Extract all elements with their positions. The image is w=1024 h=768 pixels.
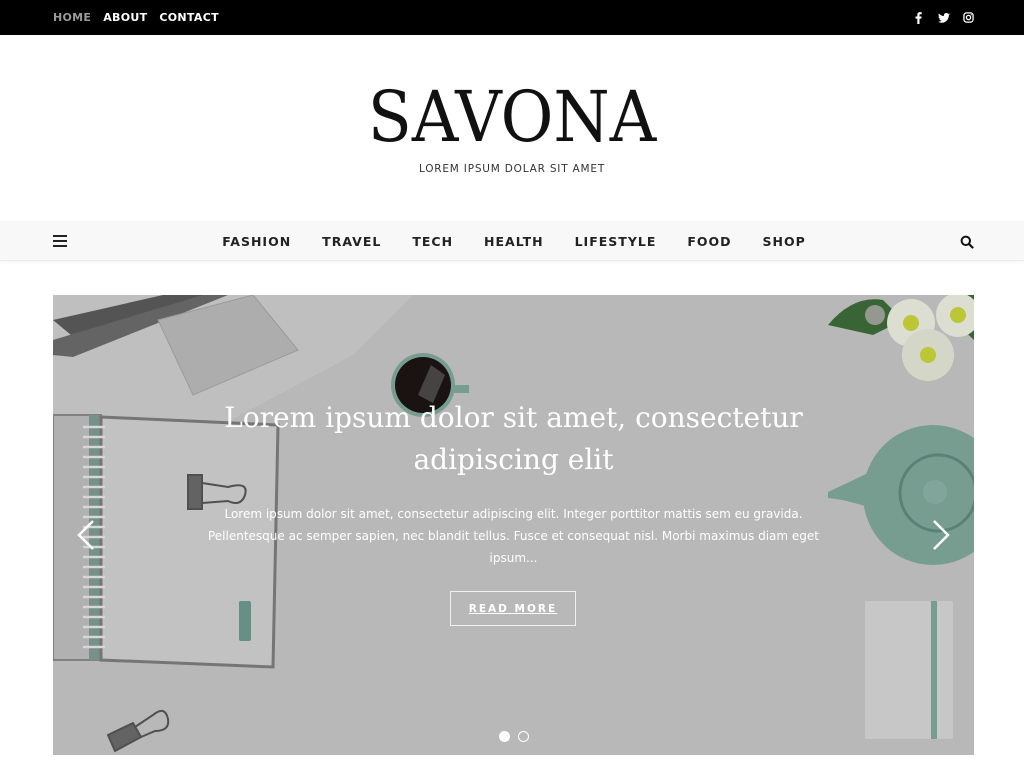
chevron-left-icon[interactable]: [75, 517, 99, 553]
site-header: SAVONA LOREM IPSUM DOLAR SIT AMET: [0, 35, 1024, 221]
featured-slider: Lorem ipsum dolor sit amet, consectetur …: [53, 295, 974, 755]
site-tagline: LOREM IPSUM DOLAR SIT AMET: [418, 163, 606, 175]
category-menu: FASHION TRAVEL TECH HEALTH LIFESTYLE FOO…: [0, 221, 1024, 261]
nav-item-health[interactable]: HEALTH: [484, 234, 544, 249]
top-nav: HOME ABOUT CONTACT: [53, 0, 219, 35]
slide-excerpt: Lorem ipsum dolor sit amet, consectetur …: [207, 507, 819, 565]
slide-title[interactable]: Lorem ipsum dolor sit amet, consectetur …: [53, 397, 974, 481]
facebook-icon[interactable]: [912, 11, 925, 24]
slider-dot-1[interactable]: [498, 731, 510, 742]
slider-dot-2[interactable]: [517, 731, 529, 742]
top-bar: HOME ABOUT CONTACT: [0, 0, 1024, 35]
nav-item-shop[interactable]: SHOP: [763, 234, 806, 249]
nav-item-lifestyle[interactable]: LIFESTYLE: [575, 234, 657, 249]
read-more-button[interactable]: READ MORE: [450, 591, 576, 626]
top-nav-contact[interactable]: CONTACT: [159, 11, 218, 24]
search-icon[interactable]: [960, 234, 974, 249]
slider-pagination: [53, 731, 974, 742]
site-logo[interactable]: SAVONA: [41, 77, 983, 157]
top-nav-home[interactable]: HOME: [53, 11, 91, 24]
nav-item-food[interactable]: FOOD: [687, 234, 731, 249]
nav-item-travel[interactable]: TRAVEL: [322, 234, 381, 249]
top-nav-about[interactable]: ABOUT: [103, 11, 147, 24]
social-links: [912, 0, 975, 35]
twitter-icon[interactable]: [937, 11, 950, 24]
instagram-icon[interactable]: [962, 11, 975, 24]
main-nav: FASHION TRAVEL TECH HEALTH LIFESTYLE FOO…: [0, 221, 1024, 261]
nav-item-tech[interactable]: TECH: [412, 234, 453, 249]
chevron-right-icon[interactable]: [928, 517, 952, 553]
nav-item-fashion[interactable]: FASHION: [222, 234, 291, 249]
